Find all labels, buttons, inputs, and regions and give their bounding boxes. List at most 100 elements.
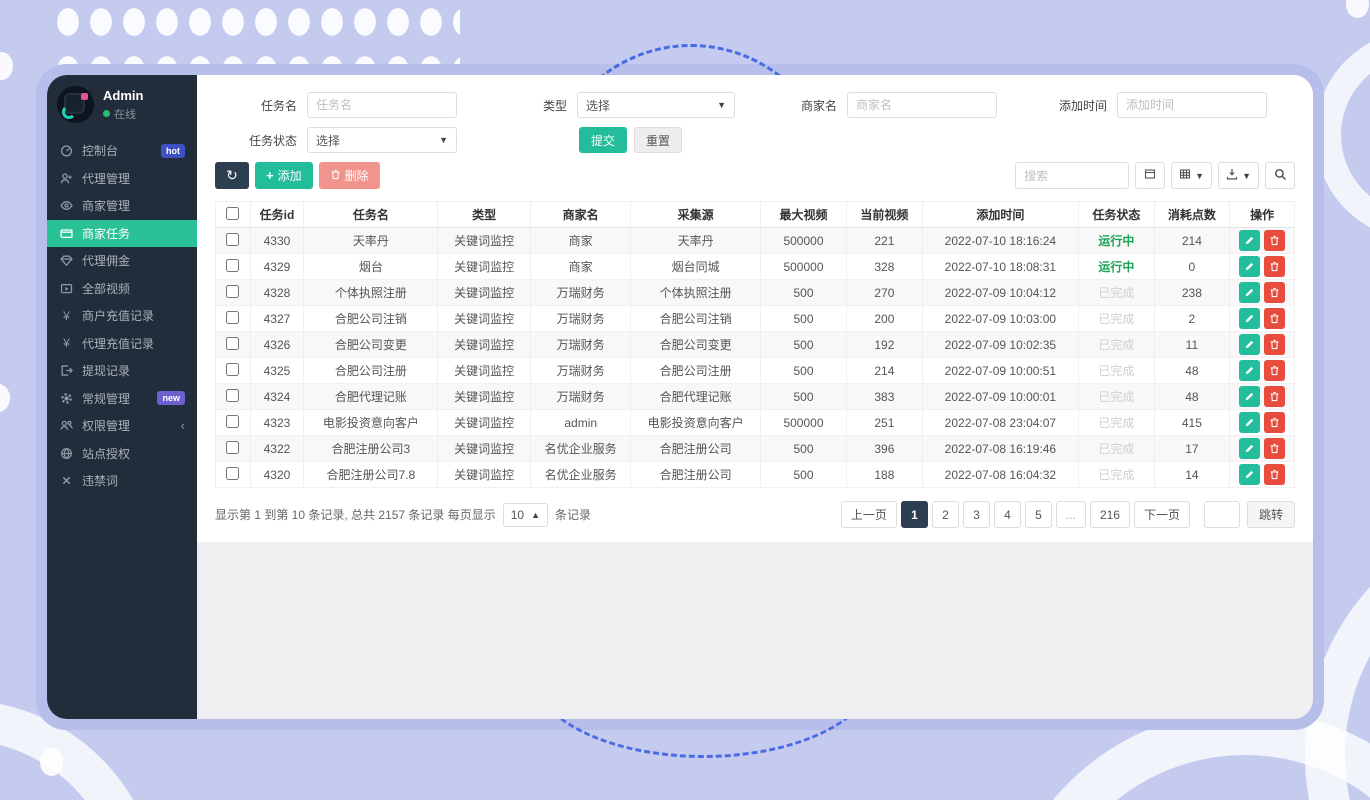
page-button-5[interactable]: 5 xyxy=(1025,501,1052,528)
type-select[interactable]: 选择 ▼ xyxy=(577,92,735,118)
sidebar-item-merchant-management[interactable]: 商家管理 xyxy=(47,192,197,220)
page-button-216[interactable]: 216 xyxy=(1090,501,1130,528)
row-checkbox[interactable] xyxy=(226,363,239,376)
sidebar-item-agent-management[interactable]: 代理管理 xyxy=(47,165,197,193)
sidebar-item-label: 商户充值记录 xyxy=(82,307,185,324)
toggle-view-button[interactable] xyxy=(1135,162,1165,189)
sidebar-item-agent-recharge-records[interactable]: ¥ 代理充值记录 xyxy=(47,330,197,358)
jump-page-input[interactable] xyxy=(1204,501,1240,528)
cell-max-videos: 500000 xyxy=(760,254,846,280)
row-checkbox[interactable] xyxy=(226,311,239,324)
sidebar-item-console[interactable]: 控制台 hot xyxy=(47,137,197,165)
merchant-name-input[interactable] xyxy=(847,92,997,118)
task-name-input[interactable] xyxy=(307,92,457,118)
search-button[interactable] xyxy=(1265,162,1295,189)
delete-row-button[interactable] xyxy=(1264,412,1285,433)
row-checkbox[interactable] xyxy=(226,441,239,454)
cell-merchant: 万瑞财务 xyxy=(531,332,631,358)
delete-row-button[interactable] xyxy=(1264,360,1285,381)
sidebar-item-banned-words[interactable]: 违禁词 xyxy=(47,467,197,495)
delete-row-button[interactable] xyxy=(1264,256,1285,277)
delete-row-button[interactable] xyxy=(1264,308,1285,329)
export-button[interactable]: ▼ xyxy=(1218,162,1259,189)
user-panel[interactable]: Admin 在线 xyxy=(47,75,197,135)
export-icon xyxy=(1226,168,1238,183)
edit-button[interactable] xyxy=(1239,464,1260,485)
sidebar-item-permission-management[interactable]: 权限管理 ‹ xyxy=(47,412,197,440)
sidebar-menu: 控制台 hot 代理管理 商家管理 商家任务 代理佣金 xyxy=(47,137,197,495)
cell-actions xyxy=(1230,462,1295,488)
sidebar-item-all-videos[interactable]: 全部视频 xyxy=(47,275,197,303)
edit-button[interactable] xyxy=(1239,308,1260,329)
delete-row-button[interactable] xyxy=(1264,438,1285,459)
page-button-2[interactable]: 2 xyxy=(932,501,959,528)
cell-task-name: 个体执照注册 xyxy=(304,280,438,306)
edit-button[interactable] xyxy=(1239,360,1260,381)
sidebar-item-general-management[interactable]: 常规管理 new xyxy=(47,385,197,413)
sidebar-item-label: 提现记录 xyxy=(82,362,185,379)
row-checkbox[interactable] xyxy=(226,233,239,246)
select-all-checkbox[interactable] xyxy=(226,207,239,220)
sidebar-item-label: 商家管理 xyxy=(82,197,185,214)
refresh-icon: ↻ xyxy=(226,167,238,184)
sidebar-item-merchant-recharge-records[interactable]: ¥ 商户充值记录 xyxy=(47,302,197,330)
page-button-3[interactable]: 3 xyxy=(963,501,990,528)
task-status-select[interactable]: 选择 ▼ xyxy=(307,127,457,153)
records-info: 显示第 1 到第 10 条记录, 总共 2157 条记录 每页显示 10 ▲ 条… xyxy=(215,503,591,527)
row-checkbox[interactable] xyxy=(226,467,239,480)
cell-type: 关键词监控 xyxy=(438,228,531,254)
edit-button[interactable] xyxy=(1239,256,1260,277)
header-merchant: 商家名 xyxy=(531,202,631,228)
edit-button[interactable] xyxy=(1239,282,1260,303)
cell-added-time: 2022-07-09 10:00:01 xyxy=(922,384,1078,410)
page-button-1[interactable]: 1 xyxy=(901,501,928,528)
delete-button[interactable]: 删除 xyxy=(319,162,380,189)
page-button-4[interactable]: 4 xyxy=(994,501,1021,528)
cell-added-time: 2022-07-08 16:04:32 xyxy=(922,462,1078,488)
content-panel: 任务名 类型 选择 ▼ 商家名 添加 xyxy=(197,75,1313,542)
added-time-input[interactable] xyxy=(1117,92,1267,118)
add-button[interactable]: + 添加 xyxy=(255,162,313,189)
cell-points: 11 xyxy=(1154,332,1230,358)
next-page-button[interactable]: 下一页 xyxy=(1134,501,1190,528)
cell-actions xyxy=(1230,384,1295,410)
delete-row-button[interactable] xyxy=(1264,282,1285,303)
online-dot-icon xyxy=(103,110,110,117)
sidebar-item-site-authorization[interactable]: 站点授权 xyxy=(47,440,197,468)
columns-button[interactable]: ▼ xyxy=(1171,162,1212,189)
row-checkbox[interactable] xyxy=(226,337,239,350)
toggle-view-icon xyxy=(1144,168,1156,183)
add-button-label: 添加 xyxy=(278,167,302,184)
refresh-button[interactable]: ↻ xyxy=(215,162,249,189)
edit-button[interactable] xyxy=(1239,230,1260,251)
cell-source: 合肥代理记账 xyxy=(631,384,760,410)
edit-button[interactable] xyxy=(1239,386,1260,407)
delete-row-button[interactable] xyxy=(1264,386,1285,407)
search-input[interactable] xyxy=(1015,162,1129,189)
cell-type: 关键词监控 xyxy=(438,462,531,488)
delete-row-button[interactable] xyxy=(1264,464,1285,485)
row-checkbox[interactable] xyxy=(226,415,239,428)
table-toolbar: ↻ + 添加 删除 ▼ ▼ xyxy=(215,162,1295,189)
row-checkbox[interactable] xyxy=(226,259,239,272)
cell-merchant: 万瑞财务 xyxy=(531,384,631,410)
edit-button[interactable] xyxy=(1239,412,1260,433)
delete-row-button[interactable] xyxy=(1264,334,1285,355)
cell-task-id: 4322 xyxy=(250,436,304,462)
prev-page-button[interactable]: 上一页 xyxy=(841,501,897,528)
decor-dot xyxy=(1346,0,1369,18)
row-checkbox[interactable] xyxy=(226,389,239,402)
submit-button[interactable]: 提交 xyxy=(579,127,627,153)
row-checkbox[interactable] xyxy=(226,285,239,298)
decor-dot xyxy=(0,384,10,412)
sidebar-item-label: 商家任务 xyxy=(82,225,185,242)
edit-button[interactable] xyxy=(1239,438,1260,459)
page-size-select[interactable]: 10 ▲ xyxy=(503,503,548,527)
sidebar-item-agent-commission[interactable]: 代理佣金 xyxy=(47,247,197,275)
jump-button[interactable]: 跳转 xyxy=(1247,501,1295,528)
edit-button[interactable] xyxy=(1239,334,1260,355)
sidebar-item-withdrawal-records[interactable]: 提现记录 xyxy=(47,357,197,385)
reset-button[interactable]: 重置 xyxy=(634,127,682,153)
delete-row-button[interactable] xyxy=(1264,230,1285,251)
sidebar-item-merchant-tasks[interactable]: 商家任务 xyxy=(47,220,197,248)
